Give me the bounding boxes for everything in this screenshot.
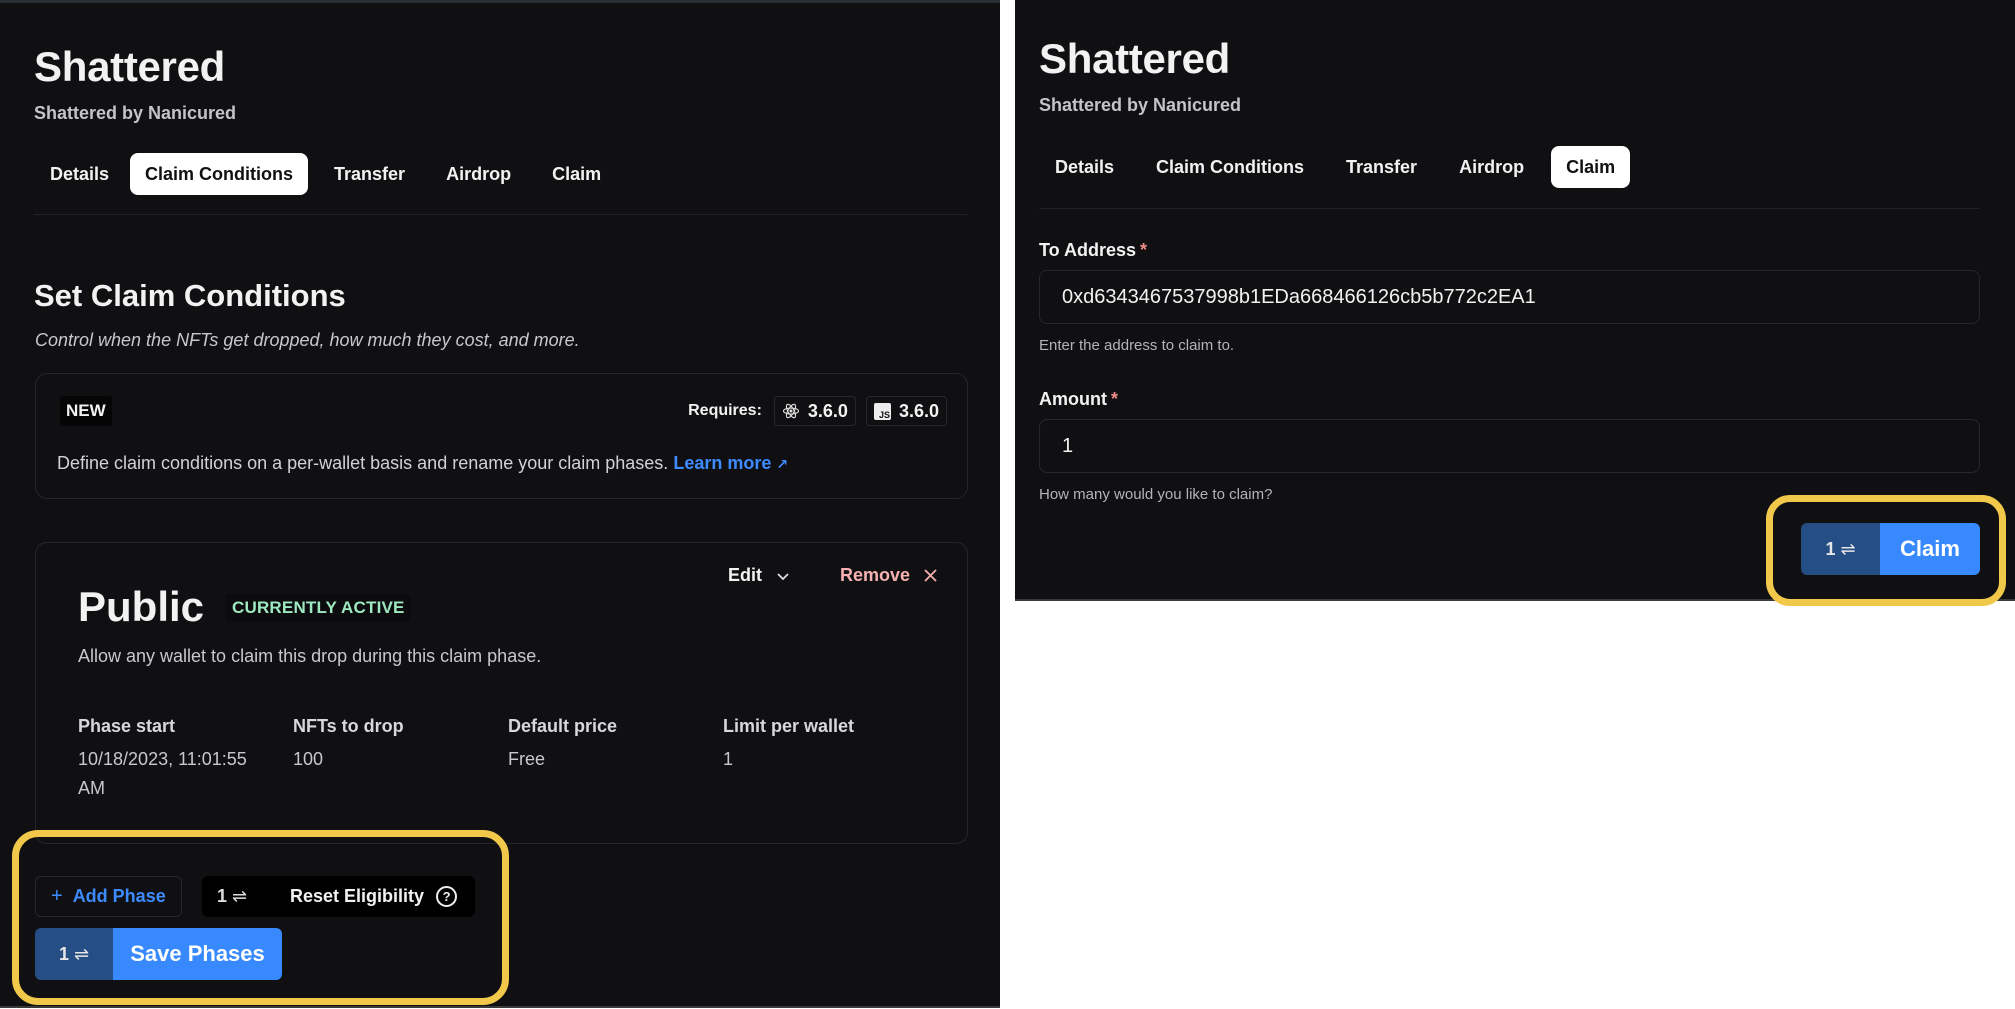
reset-eligibility-button[interactable]: 1 ⇌ Reset Eligibility ? [202, 876, 476, 917]
tab-details[interactable]: Details [35, 153, 124, 195]
remove-phase-button[interactable]: Remove [840, 565, 937, 586]
contract-title: Shattered [34, 43, 226, 90]
swap-icon: ⇌ [232, 886, 248, 906]
tab-transfer[interactable]: Transfer [319, 153, 420, 195]
amount-label: Amount * [1039, 389, 1118, 410]
chevron-down-icon [777, 572, 789, 580]
tab-divider [1039, 208, 1980, 209]
add-phase-label: Add Phase [72, 886, 166, 906]
to-address-help: Enter the address to claim to. [1039, 337, 1235, 354]
amount-input[interactable] [1039, 419, 1980, 473]
add-phase-button[interactable]: + Add Phase [35, 876, 182, 917]
default-price-label: Default price [508, 716, 618, 736]
requires-versions: Requires: 3.6.0 JS 3.6.0 [688, 396, 947, 426]
tab-claim[interactable]: Claim [1551, 146, 1631, 188]
save-phases-label: Save Phases [113, 928, 282, 980]
tab-divider [34, 214, 967, 215]
claim-phase-card: Public CURRENTLY ACTIVE Edit Remove Allo… [35, 542, 968, 844]
reset-tx-count: 1 ⇌ [202, 886, 290, 907]
react-sdk-version-badge: 3.6.0 [773, 396, 856, 426]
learn-more-label: Learn more [673, 453, 772, 473]
section-subtitle: Control when the NFTs get dropped, how m… [35, 330, 580, 350]
phase-start-value: 10/18/2023, 11:01:55 AM [78, 749, 247, 798]
tab-bar: Details Claim Conditions Transfer Airdro… [1040, 146, 1631, 188]
notice-description: Define claim conditions on a per-wallet … [57, 453, 669, 473]
new-badge: NEW [60, 396, 112, 426]
limit-per-wallet-label: Limit per wallet [723, 716, 855, 736]
phase-actions: Edit Remove [728, 565, 937, 586]
phase-field-price: Default price Free [508, 716, 723, 803]
tab-airdrop[interactable]: Airdrop [431, 153, 526, 195]
save-phases-button[interactable]: 1 ⇌ Save Phases [35, 928, 282, 980]
react-version: 3.6.0 [807, 400, 848, 421]
nfts-to-drop-label: NFTs to drop [293, 716, 404, 736]
learn-more-link[interactable]: Learn more ↗ [673, 453, 788, 473]
section-title: Set Claim Conditions [34, 278, 346, 313]
reset-count-value: 1 [217, 886, 228, 906]
limit-per-wallet-value: 1 [723, 749, 734, 769]
reset-eligibility-label-wrap: Reset Eligibility ? [290, 886, 475, 907]
phase-field-nfts: NFTs to drop 100 [293, 716, 508, 803]
save-count-value: 1 [58, 943, 69, 964]
nfts-to-drop-value: 100 [293, 749, 324, 769]
to-address-label: To Address * [1039, 240, 1147, 261]
contract-subtitle: Shattered by Nanicured [34, 103, 237, 123]
tab-transfer[interactable]: Transfer [1331, 146, 1432, 188]
reset-eligibility-label: Reset Eligibility [290, 886, 425, 906]
to-address-label-text: To Address [1039, 240, 1137, 260]
phase-details: Phase start 10/18/2023, 11:01:55 AM NFTs… [78, 716, 938, 803]
contract-title: Shattered [1039, 35, 1231, 82]
default-price-value: Free [508, 749, 546, 769]
new-feature-notice: NEW Requires: 3.6.0 JS 3.6.0 Define clai… [35, 373, 968, 499]
to-address-input[interactable] [1039, 270, 1980, 324]
claim-conditions-panel: Shattered Shattered by Nanicured Details… [0, 0, 1000, 1008]
claim-count-value: 1 [1825, 538, 1836, 559]
external-link-icon: ↗ [776, 456, 789, 472]
tab-airdrop[interactable]: Airdrop [1444, 146, 1539, 188]
tab-claim[interactable]: Claim [537, 153, 616, 195]
claim-tx-count: 1 ⇌ [1801, 523, 1880, 575]
phase-field-limit: Limit per wallet 1 [723, 716, 938, 803]
tab-bar: Details Claim Conditions Transfer Airdro… [35, 153, 616, 195]
tab-claim-conditions[interactable]: Claim Conditions [1141, 146, 1319, 188]
plus-icon: + [51, 885, 63, 907]
tab-details[interactable]: Details [1040, 146, 1129, 188]
claim-button[interactable]: 1 ⇌ Claim [1801, 523, 1980, 575]
js-icon: JS [873, 402, 891, 420]
requires-label: Requires: [688, 402, 762, 419]
amount-help: How many would you like to claim? [1039, 486, 1273, 503]
phase-status-badge: CURRENTLY ACTIVE [226, 594, 411, 622]
swap-icon: ⇌ [73, 943, 90, 964]
contract-subtitle: Shattered by Nanicured [1039, 95, 1242, 115]
notice-text: Define claim conditions on a per-wallet … [57, 453, 788, 474]
phase-start-label: Phase start [78, 716, 176, 736]
tab-claim-conditions[interactable]: Claim Conditions [130, 153, 309, 195]
edit-label: Edit [727, 565, 762, 585]
amount-label-text: Amount [1039, 389, 1107, 409]
remove-label: Remove [839, 565, 910, 585]
claim-panel: Shattered Shattered by Nanicured Details… [1015, 0, 2015, 601]
close-icon [924, 569, 937, 582]
phase-field-start: Phase start 10/18/2023, 11:01:55 AM [78, 716, 293, 803]
phase-name: Public [78, 583, 205, 630]
react-icon [782, 403, 799, 419]
swap-icon: ⇌ [1840, 538, 1856, 559]
edit-phase-button[interactable]: Edit [728, 565, 790, 586]
required-mark: * [1140, 240, 1148, 260]
help-icon[interactable]: ? [436, 886, 458, 907]
phase-description: Allow any wallet to claim this drop duri… [78, 646, 542, 666]
js-sdk-version-badge: JS 3.6.0 [865, 396, 947, 426]
claim-label: Claim [1880, 523, 1980, 575]
js-version: 3.6.0 [898, 400, 939, 421]
required-mark: * [1110, 389, 1118, 409]
save-tx-count: 1 ⇌ [35, 928, 113, 980]
